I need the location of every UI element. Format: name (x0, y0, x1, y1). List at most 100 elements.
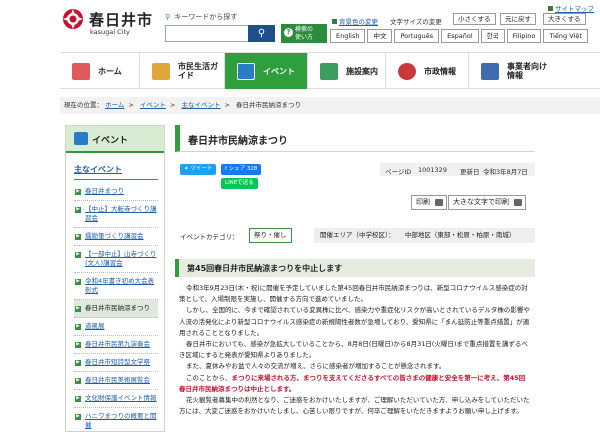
nav-city-info-label: 市政情報 (424, 66, 456, 76)
text-smaller-button[interactable]: 小さくする (453, 13, 496, 25)
arrow-icon (332, 19, 337, 24)
search-button[interactable]: ⚲ (248, 25, 275, 42)
sidebar-item[interactable]: ▶ 擂勘筆づくり講習会 (74, 228, 158, 246)
category-tag[interactable]: 祭り・催し (249, 228, 292, 243)
calendar-icon (74, 132, 88, 145)
sidebar-item-label[interactable]: 【一部中止】山寺づくり(文人)講習会 (85, 250, 157, 267)
printer-icon (435, 199, 443, 206)
nav-facilities-label: 施設案内 (346, 66, 378, 76)
sidebar-item-label[interactable]: 道風展 (85, 322, 105, 330)
breadcrumb-main-events[interactable]: 主なイベント (181, 101, 220, 109)
area-label: 開催エリア（中学校区）： (320, 231, 395, 239)
home-icon (72, 62, 90, 80)
category-label: イベントカテゴリ： (180, 233, 239, 241)
background-color-label: 背景色の変更 (339, 18, 378, 26)
nav-home-label: ホーム (98, 66, 122, 76)
chevron-right-icon: ▶ (75, 396, 81, 402)
sidebar-item-label[interactable]: ハニワまつりの概要と開催 (85, 412, 157, 429)
sidebar-item[interactable]: ▶ 道風展 (74, 318, 158, 336)
sidebar-item[interactable]: ▶ 春日井市民納涼まつり (74, 300, 158, 318)
text-reset-button[interactable]: 元に戻す (500, 13, 536, 25)
text-larger-button[interactable]: 大きくする (543, 13, 586, 25)
lang-filipino[interactable]: Filipino (506, 29, 542, 43)
paragraph: しかし、全国的に、今まで確認されている変異株に比べ、感染力や重症化リスクが高いと… (179, 306, 530, 337)
sidebar-subtitle-link[interactable]: 主なイベント (74, 164, 158, 180)
nav-guide-label: 市民生活ガイド (178, 62, 218, 80)
lang-korean[interactable]: 한국 (480, 29, 505, 43)
sidebar-item[interactable]: ▶ ハニワまつりの概要と開催 (74, 408, 158, 432)
chevron-right-icon: ▶ (75, 414, 81, 420)
background-color-link[interactable]: 背景色の変更 (332, 16, 378, 26)
sidebar-item-label[interactable]: 擂勘筆づくり講習会 (85, 232, 144, 240)
sidebar-item[interactable]: ▶ 文化財保護イベント情報 (74, 390, 158, 408)
sidebar-title[interactable]: イベント (66, 126, 164, 153)
printer-icon (514, 199, 522, 206)
print-button[interactable]: 印刷 (411, 195, 447, 210)
sidebar-item[interactable]: ▶ 令和4年書き初め大会表彰式 (74, 273, 158, 300)
chevron-right-icon: ▶ (75, 306, 81, 312)
sidebar-list: ▶ 春日井まつり ▶ 【中止】大転寺づくり講習会 ▶ 擂勘筆づくり講習会 ▶ 【一部中止】山寺… (74, 183, 158, 432)
lang-chinese[interactable]: 中文 (367, 29, 393, 43)
facebook-share-label: シェア 328 (228, 166, 258, 172)
sidebar-item-label[interactable]: 春日井まつり (85, 187, 124, 195)
guide-icon (152, 62, 170, 80)
print-large-label: 大きな文字で印刷 (453, 198, 509, 206)
facebook-icon: f (225, 166, 227, 172)
city-emblem-logo[interactable] (62, 8, 84, 30)
page-title: 春日井市民納涼まつり (175, 125, 535, 152)
area-value: 中部地区（東部・松原・柏原・南城） (404, 231, 516, 239)
sidebar-item[interactable]: ▶ 春日井市民美術展覧会 (74, 372, 158, 390)
chevron-right-icon: ▶ (75, 252, 81, 258)
sidebar-item-label[interactable]: 【中止】大転寺づくり講習会 (85, 205, 157, 222)
sidebar-item-label[interactable]: 春日井市民美術展覧会 (85, 376, 150, 384)
global-nav: ホーム 市民生活ガイド イベント 施設案内 市政情報 事業者向け情報 (60, 52, 600, 89)
chevron-right-icon: ▶ (75, 360, 81, 366)
print-large-button[interactable]: 大きな文字で印刷 (448, 195, 526, 210)
lang-vietnamese[interactable]: Tiếng Việt (543, 29, 588, 43)
sidebar-item[interactable]: ▶ 【中止】大転寺づくり講習会 (74, 201, 158, 228)
question-icon: ? (284, 28, 293, 37)
breadcrumb-home[interactable]: ホーム (105, 101, 124, 109)
facebook-share-button[interactable]: f シェア 328 (221, 164, 262, 175)
text-size-label: 文字サイズの変更 (390, 18, 442, 26)
arrow-icon (548, 6, 553, 11)
nav-facilities[interactable]: 施設案内 (308, 53, 386, 89)
lang-english[interactable]: English (330, 29, 366, 43)
sidebar-item[interactable]: ▶ 春日井市民第九演奏会 (74, 336, 158, 354)
sidebar-item[interactable]: ▶ 【一部中止】山寺づくり(文人)講習会 (74, 246, 158, 273)
sidebar-item[interactable]: ▶ 春日井まつり (74, 183, 158, 201)
site-logo-name[interactable]: 春日井市 (89, 9, 153, 30)
nav-city-info[interactable]: 市政情報 (386, 53, 469, 89)
sidebar-item-label[interactable]: 令和4年書き初め大会表彰式 (85, 277, 154, 294)
paragraph: 春日井市においても、感染が急拡大していることから、8月8日(日曜日)から8月31… (179, 340, 528, 360)
breadcrumb-event[interactable]: イベント (140, 101, 166, 109)
twitter-icon: ✦ (184, 166, 189, 172)
updated-value: 令和3年8月7日 (483, 168, 528, 176)
chevron-right-icon: ▶ (75, 279, 81, 285)
lang-spanish[interactable]: Español (441, 29, 479, 43)
sitemap-label: サイトマップ (555, 5, 594, 13)
search-help-button[interactable]: ? 検索の 使い方 (281, 24, 327, 43)
area-box: 開催エリア（中学校区）： 中部地区（東部・松原・柏原・南城） (314, 228, 535, 243)
tweet-label: ツイート (190, 166, 213, 172)
site-logo-subtitle: kasugai City (90, 28, 130, 36)
chevron-right-icon: ▶ (75, 234, 81, 240)
sidebar-item-label[interactable]: 文化財保護イベント情報 (85, 394, 157, 402)
chevron-right-icon: ▶ (75, 342, 81, 348)
nav-business[interactable]: 事業者向け情報 (469, 53, 600, 89)
sidebar-item[interactable]: ▶ 春日井市短詩型文学祭 (74, 354, 158, 372)
sidebar-item-label[interactable]: 春日井市民第九演奏会 (85, 340, 150, 348)
search-icon: ⚲ (165, 13, 171, 21)
sidebar-item-label[interactable]: 春日井市短詩型文学祭 (85, 358, 150, 366)
paragraph: 令和3年9月23日(木・祝)に開催を予定していました第45回春日井市民納涼まつり… (179, 284, 528, 304)
breadcrumb-current: 春日井市民納涼まつり (235, 101, 301, 109)
nav-event[interactable]: イベント (225, 53, 308, 89)
search-help-line1: 検索の (295, 26, 314, 33)
lang-portuguese[interactable]: Português (394, 29, 440, 43)
nav-home[interactable]: ホーム (60, 53, 140, 89)
tweet-button[interactable]: ✦ ツイート (180, 164, 217, 175)
nav-guide[interactable]: 市民生活ガイド (140, 53, 225, 89)
sitemap-link[interactable]: サイトマップ (548, 3, 594, 13)
line-share-button[interactable]: LINEで送る (221, 178, 258, 189)
category-row: イベントカテゴリ： 祭り・催し 開催エリア（中学校区）： 中部地区（東部・松原・… (180, 228, 535, 243)
